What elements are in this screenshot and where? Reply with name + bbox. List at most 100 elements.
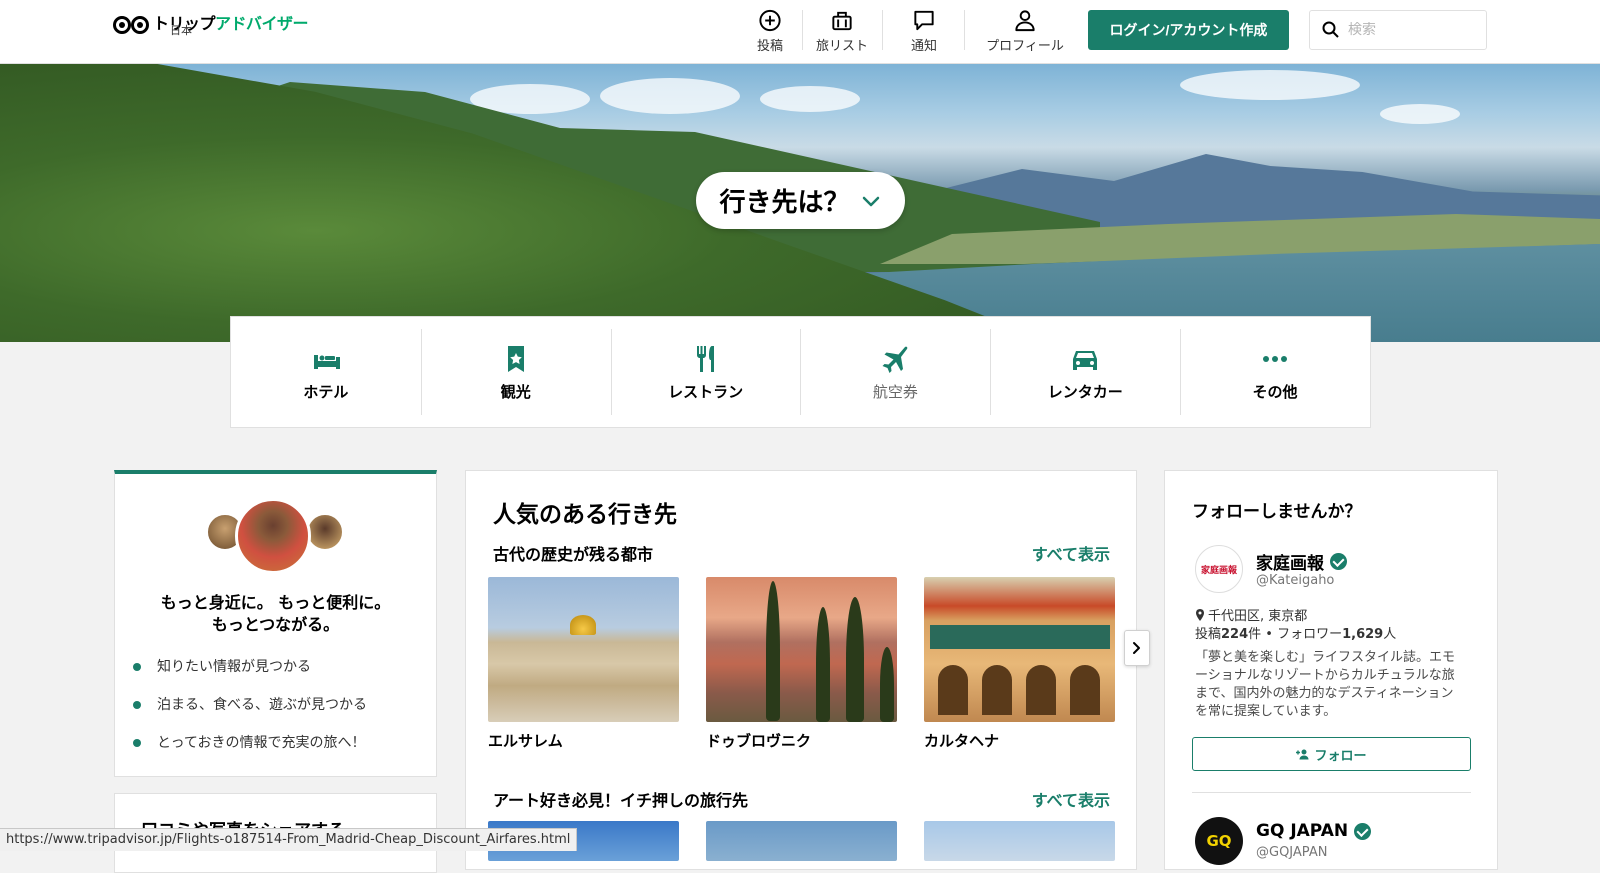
owl-logo-icon (113, 12, 151, 36)
category-rental-cars[interactable]: レンタカー (990, 317, 1180, 427)
logo-region: 日本 (170, 24, 192, 37)
account-name-text: GQ JAPAN (1256, 821, 1349, 841)
ticket-star-icon (507, 345, 524, 372)
stats-label: 件 • フォロワー (1248, 627, 1343, 642)
category-hotels[interactable]: ホテル (231, 317, 421, 427)
avatar (235, 498, 311, 574)
account-name[interactable]: GQ JAPAN (1256, 821, 1372, 841)
tripadvisor-logo[interactable]: トリップアドバイザー (113, 12, 309, 52)
promo-title-line2: もっとつながる。 (211, 615, 340, 634)
follow-suggestions-card: フォローしませんか？ 家庭画報 家庭画報 @Kateigaho 千代田区, 東京… (1164, 470, 1498, 870)
car-icon (1073, 350, 1098, 370)
see-all-link[interactable]: すべて表示 (1032, 787, 1110, 811)
login-signup-button[interactable]: ログイン/アカウント作成 (1088, 10, 1289, 50)
nav-post[interactable]: 投稿 (748, 8, 792, 54)
account-name[interactable]: 家庭画報 (1256, 549, 1347, 574)
follower-count: 1,629 (1342, 627, 1384, 642)
destination-image (488, 577, 679, 722)
category-bar: ホテル 観光 レストラン 航空券 レンタカー その他 (230, 316, 1371, 428)
destination-name: カルタヘナ (924, 732, 1000, 750)
category-label: レストラン (668, 382, 744, 401)
account-logo-text: 家庭画報 (1200, 565, 1237, 576)
destination-tile[interactable] (924, 821, 1115, 861)
divider (1192, 792, 1471, 793)
follow-button[interactable]: フォロー (1192, 737, 1471, 771)
category-label: レンタカー (1047, 382, 1123, 401)
list-item: とっておきの情報で充実の旅へ！ (133, 733, 367, 771)
bed-icon (313, 354, 340, 369)
location-pin-icon (1196, 608, 1204, 621)
stats-label: 投稿 (1195, 627, 1222, 642)
verified-check-icon (1330, 553, 1347, 570)
category-attractions[interactable]: 観光 (420, 317, 611, 427)
more-dots-icon (1263, 355, 1288, 362)
account-description: 「夢と美を楽しむ」ライフスタイル誌。エモーショナルなリゾートからカルチュラルな旅… (1195, 650, 1456, 719)
cloud (1380, 104, 1460, 124)
follow-button-label: フォロー (1314, 747, 1367, 763)
nav-post-label: 投稿 (756, 39, 783, 54)
carousel-next-button[interactable] (1124, 630, 1150, 666)
benefit-list: 知りたい情報が見つかる 泊まる、食べる、遊ぶが見つかる とっておきの情報で充実の… (133, 657, 367, 771)
destination-image (706, 821, 897, 861)
list-item: 知りたい情報が見つかる (133, 657, 367, 695)
account-location: 千代田区, 東京都 (1195, 605, 1307, 624)
stats-label: 人 (1383, 627, 1397, 642)
fork-knife-icon (696, 345, 714, 372)
chevron-right-icon (1133, 642, 1140, 654)
where-to-button[interactable]: 行き先は？ (696, 172, 905, 229)
cloud (600, 78, 740, 114)
destination-image (706, 577, 897, 722)
search-input[interactable] (1348, 22, 1468, 38)
cloud (1180, 70, 1360, 100)
destination-name: ドゥブロヴニク (706, 732, 812, 750)
category-label: 観光 (500, 382, 531, 401)
account-handle: @GQJAPAN (1256, 845, 1328, 860)
nav-divider (964, 10, 965, 50)
see-all-link[interactable]: すべて表示 (1032, 541, 1110, 565)
nav-trips-label: 旅リスト (815, 39, 868, 54)
person-icon (1015, 10, 1035, 32)
airplane-icon (882, 346, 908, 373)
post-count: 224 (1221, 627, 1249, 642)
category-label: ホテル (303, 382, 349, 401)
avatar (305, 512, 345, 552)
nav-divider (882, 10, 883, 50)
verified-check-icon (1354, 822, 1372, 840)
account-location-text: 千代田区, 東京都 (1208, 609, 1308, 624)
section-heading: 人気のある行き先 (493, 502, 677, 528)
popular-destinations-card: 人気のある行き先 古代の歴史が残る都市 すべて表示 エルサレム ドゥブロヴニク … (465, 470, 1137, 870)
account-logo-text: GQ (1206, 832, 1232, 850)
nav-trips[interactable]: 旅リスト (812, 8, 872, 54)
chat-bubble-icon (914, 10, 934, 31)
nav-notifications[interactable]: 通知 (902, 8, 946, 54)
destination-tile[interactable]: カルタヘナ (924, 577, 1115, 751)
nav-divider (802, 10, 803, 50)
subsection-title: アート好き必見！イチ押しの旅行先 (493, 791, 749, 810)
cloud (760, 86, 860, 112)
account-handle: @Kateigaho (1256, 573, 1335, 588)
destination-tile[interactable]: ドゥブロヴニク (706, 577, 897, 751)
search-icon (1322, 21, 1339, 38)
destination-name: エルサレム (488, 732, 563, 750)
nav-profile-label: プロフィール (986, 39, 1064, 54)
where-to-label: 行き先は？ (719, 188, 850, 218)
destination-tile[interactable]: エルサレム (488, 577, 679, 751)
category-more[interactable]: その他 (1180, 317, 1370, 427)
add-person-icon (1296, 749, 1309, 760)
account-stats: 投稿224件 • フォロワー1,629人 (1195, 623, 1396, 642)
promo-title-line1: もっと身近に。 もっと便利に。 (160, 593, 391, 612)
category-flights[interactable]: 航空券 (800, 317, 990, 427)
search-box[interactable] (1309, 10, 1487, 50)
promo-card: もっと身近に。 もっと便利に。 もっとつながる。 知りたい情報が見つかる 泊まる… (114, 470, 437, 777)
destination-image (924, 821, 1115, 861)
status-bar-url: https://www.tripadvisor.jp/Flights-o1875… (0, 828, 578, 851)
account-avatar[interactable]: GQ (1195, 817, 1243, 865)
chevron-down-icon (862, 196, 879, 206)
plus-circle-icon (759, 9, 781, 32)
account-avatar[interactable]: 家庭画報 (1195, 545, 1243, 593)
suitcase-icon (832, 11, 852, 31)
follow-heading: フォローしませんか？ (1192, 502, 1362, 522)
category-restaurants[interactable]: レストラン (610, 317, 801, 427)
destination-tile[interactable] (706, 821, 897, 861)
nav-profile[interactable]: プロフィール (980, 8, 1070, 54)
